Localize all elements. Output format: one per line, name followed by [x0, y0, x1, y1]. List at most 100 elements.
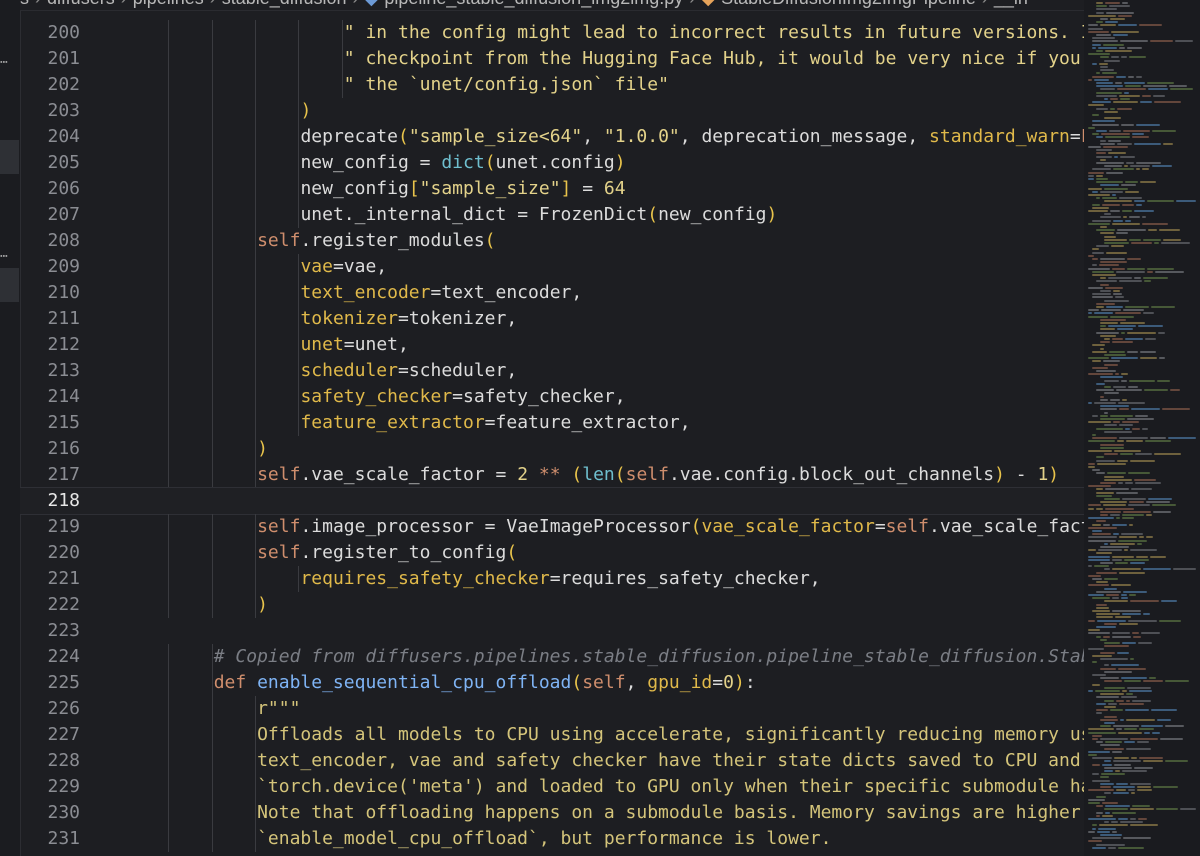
- code-line[interactable]: 207 unet._internal_dict = FrozenDict(new_…: [20, 202, 1084, 228]
- code-line[interactable]: 200 " in the config might lead to incorre…: [20, 20, 1084, 46]
- more-dots-icon[interactable]: ⋯: [0, 250, 18, 264]
- code-line[interactable]: 220 self.register_to_config(: [20, 540, 1084, 566]
- code-text: # Copied from diffusers.pipelines.stable…: [214, 644, 1084, 670]
- code-token: `torch.device('meta') and loaded to GPU …: [257, 776, 1084, 797]
- indent-guide: [211, 98, 213, 124]
- indent-guide: [255, 774, 257, 800]
- indent-guide: [168, 592, 170, 618]
- code-text: `enable_model_cpu_offload`, but performa…: [257, 826, 831, 852]
- code-text: self.vae_scale_factor = 2 ** (len(self.v…: [257, 462, 1059, 488]
- line-number: 222: [47, 594, 80, 615]
- indent-guide: [211, 592, 213, 618]
- code-token: dict: [441, 152, 485, 173]
- code-token: scheduler,: [408, 360, 518, 381]
- indent-guide: [255, 566, 257, 592]
- code-line[interactable]: 224 # Copied from diffusers.pipelines.sta…: [20, 644, 1084, 670]
- code-token: -: [1004, 464, 1038, 485]
- indent-guide: [168, 228, 170, 254]
- code-line[interactable]: 230 Note that offloading happens on a sub…: [20, 800, 1084, 826]
- code-line[interactable]: 223: [20, 618, 1084, 644]
- code-line[interactable]: 217 self.vae_scale_factor = 2 ** (len(sel…: [20, 462, 1084, 488]
- code-line[interactable]: 212 unet=unet,: [20, 332, 1084, 358]
- indent-guide: [168, 696, 170, 722]
- breadcrumb-item[interactable]: pipelines: [133, 0, 204, 8]
- code-line[interactable]: 227 Offloads all models to CPU using acce…: [20, 722, 1084, 748]
- indent-guide: [211, 826, 213, 852]
- breadcrumb-item[interactable]: diffusers: [47, 0, 115, 8]
- line-number: 229: [47, 776, 80, 797]
- code-line[interactable]: 222): [20, 592, 1084, 618]
- indent-guide: [168, 644, 170, 670]
- explorer-selected-row[interactable]: [0, 140, 19, 174]
- indent-guide: [298, 384, 300, 410]
- indent-guide: [168, 540, 170, 566]
- code-line[interactable]: 218: [20, 487, 1084, 515]
- code-editor[interactable]: 200 " in the config might lead to incorre…: [20, 20, 1084, 856]
- explorer-sidebar-edge[interactable]: ⋯ ⋯: [0, 0, 21, 856]
- code-line[interactable]: 215 feature_extractor=feature_extractor,: [20, 410, 1084, 436]
- code-token: text_encoder, vae and safety checker hav…: [257, 750, 1081, 771]
- indent-guide: [211, 670, 213, 696]
- indent-guide: [298, 566, 300, 592]
- code-line[interactable]: 225 def enable_sequential_cpu_offload(sel…: [20, 670, 1084, 696]
- indent-guide: [168, 774, 170, 800]
- indent-guide: [255, 696, 257, 722]
- code-token: "sample_size<64": [408, 126, 583, 147]
- indent-guide: [255, 800, 257, 826]
- breadcrumb-item[interactable]: pipeline_stable_diffusion_img2img.py: [384, 0, 683, 8]
- code-line[interactable]: 204 deprecate("sample_size<64", "1.0.0", …: [20, 124, 1084, 150]
- code-line[interactable]: 205 new_config = dict(unet.config): [20, 150, 1084, 176]
- indent-guide: [168, 176, 170, 202]
- breadcrumb-item[interactable]: __in: [994, 0, 1028, 8]
- code-text: `torch.device('meta') and loaded to GPU …: [257, 774, 1084, 800]
- code-line[interactable]: 208 self.register_modules(: [20, 228, 1084, 254]
- code-line[interactable]: 211 tokenizer=tokenizer,: [20, 306, 1084, 332]
- code-token: =: [343, 334, 355, 355]
- code-line[interactable]: 210 text_encoder=text_encoder,: [20, 280, 1084, 306]
- more-dots-icon[interactable]: ⋯: [0, 56, 18, 70]
- indent-guide: [211, 436, 213, 462]
- code-line[interactable]: 221 requires_safety_checker=requires_safe…: [20, 566, 1084, 592]
- code-line[interactable]: 226 r""": [20, 696, 1084, 722]
- code-text: new_config["sample_size"] = 64: [300, 176, 625, 202]
- code-line[interactable]: 206 new_config["sample_size"] = 64: [20, 176, 1084, 202]
- code-text: tokenizer=tokenizer,: [300, 306, 517, 332]
- code-line[interactable]: 216): [20, 436, 1084, 462]
- line-number: 218: [47, 490, 80, 511]
- minimap[interactable]: [1084, 0, 1200, 856]
- code-line[interactable]: 229 `torch.device('meta') and loaded to G…: [20, 774, 1084, 800]
- indent-guide: [168, 20, 170, 46]
- breadcrumb-separator: ›: [976, 0, 994, 8]
- code-token: " the `unet/config.json` file": [343, 74, 669, 95]
- code-line[interactable]: 201 " checkpoint from the Hugging Face Hu…: [20, 46, 1084, 72]
- code-line[interactable]: 228 text_encoder, vae and safety checker …: [20, 748, 1084, 774]
- code-line[interactable]: 203): [20, 98, 1084, 124]
- code-token: len: [582, 464, 615, 485]
- line-number: 215: [47, 412, 80, 433]
- indent-guide: [255, 20, 257, 46]
- code-text: requires_safety_checker=requires_safety_…: [300, 566, 820, 592]
- breadcrumb-separator: ›: [115, 0, 133, 8]
- code-token: ): [300, 100, 312, 121]
- line-number: 207: [47, 204, 80, 225]
- breadcrumb-item[interactable]: s: [20, 0, 29, 8]
- code-token: =: [495, 464, 518, 485]
- code-token: ,: [582, 126, 604, 147]
- code-line[interactable]: 209 vae=vae,: [20, 254, 1084, 280]
- code-line[interactable]: 213 scheduler=scheduler,: [20, 358, 1084, 384]
- code-line[interactable]: 214 safety_checker=safety_checker,: [20, 384, 1084, 410]
- breadcrumb-item[interactable]: stable_diffusion: [222, 0, 347, 8]
- code-token: ): [614, 152, 626, 173]
- indent-guide: [211, 566, 213, 592]
- line-number: 204: [47, 126, 80, 147]
- indent-guide: [168, 410, 170, 436]
- code-line[interactable]: 202 " the `unet/config.json` file": [20, 72, 1084, 98]
- breadcrumb-item[interactable]: StableDiffusionImg2ImgPipeline: [721, 0, 976, 8]
- code-line[interactable]: 231 `enable_model_cpu_offload`, but perfo…: [20, 826, 1084, 852]
- class-icon: ⬙: [701, 0, 721, 8]
- indent-guide: [211, 176, 213, 202]
- code-line[interactable]: 219 self.image_processor = VaeImageProces…: [20, 514, 1084, 540]
- code-token: ): [766, 204, 778, 225]
- explorer-selected-row[interactable]: [0, 268, 19, 302]
- code-text: Note that offloading happens on a submod…: [257, 800, 1084, 826]
